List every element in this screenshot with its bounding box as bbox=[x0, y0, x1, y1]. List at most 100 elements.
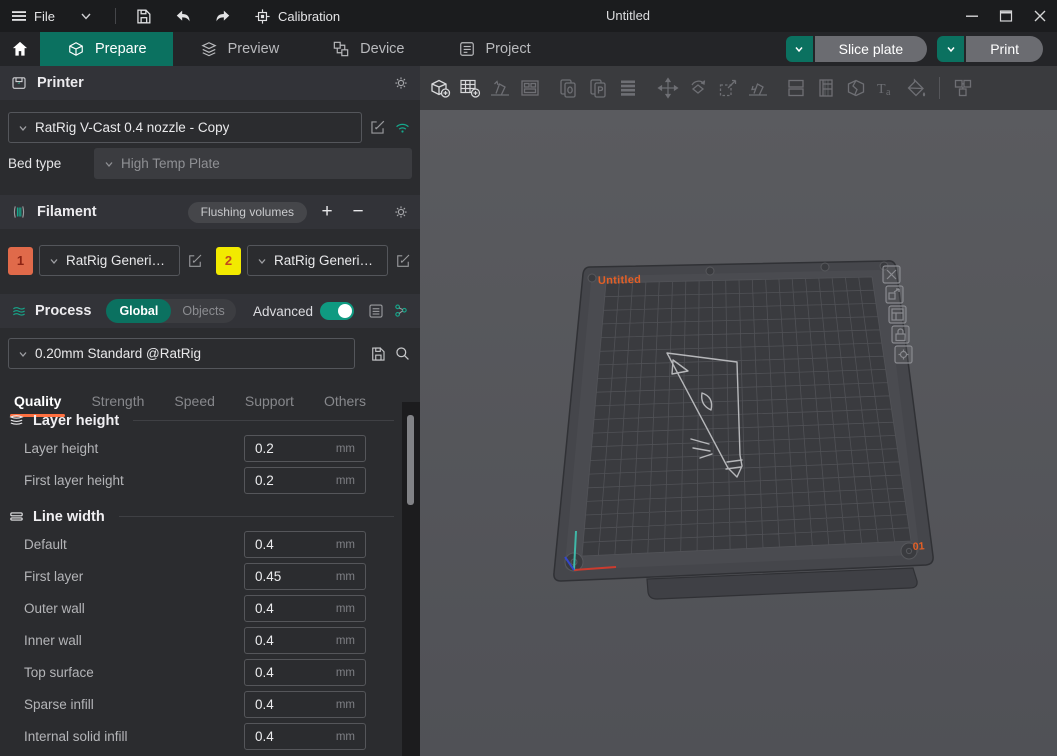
slice-options-button[interactable] bbox=[786, 36, 813, 62]
tab-device-label: Device bbox=[360, 41, 404, 57]
first-layer-height-input[interactable]: 0.2 mm bbox=[244, 467, 366, 494]
tab-device[interactable]: Device bbox=[305, 32, 430, 66]
save-icon bbox=[134, 7, 153, 26]
import-icon[interactable] bbox=[556, 76, 580, 100]
flushing-volumes-button[interactable]: Flushing volumes bbox=[188, 202, 307, 223]
setting-row: First layer height 0.2 mm bbox=[24, 467, 366, 494]
lock-plate-icon[interactable] bbox=[892, 326, 909, 343]
search-icon[interactable] bbox=[393, 344, 412, 363]
advanced-toggle[interactable] bbox=[320, 302, 354, 320]
gear-icon[interactable] bbox=[392, 74, 410, 92]
move-icon[interactable] bbox=[656, 76, 680, 100]
line-width-top-surface-input[interactable]: 0.4 mm bbox=[244, 659, 366, 686]
tab-prepare[interactable]: Prepare bbox=[40, 32, 173, 66]
bed-type-label: Bed type bbox=[8, 156, 88, 171]
add-model-icon[interactable] bbox=[428, 76, 452, 100]
home-button[interactable] bbox=[0, 32, 40, 66]
save-button[interactable] bbox=[124, 0, 163, 32]
add-plate-icon[interactable] bbox=[458, 76, 482, 100]
scope-global-button[interactable]: Global bbox=[106, 299, 171, 323]
filament-2-combo[interactable]: RatRig Generic PLA bbox=[247, 245, 388, 276]
edit-icon[interactable] bbox=[394, 252, 412, 270]
file-menu[interactable]: File bbox=[0, 0, 65, 32]
print-options-button[interactable] bbox=[937, 36, 964, 62]
parameter-table-icon[interactable] bbox=[367, 302, 385, 320]
line-width-outer-wall-input[interactable]: 0.4 mm bbox=[244, 595, 366, 622]
tab-project[interactable]: Project bbox=[431, 32, 557, 66]
line-width-sparse-infill-input[interactable]: 0.4 mm bbox=[244, 691, 366, 718]
line-width-inner-wall-input[interactable]: 0.4 mm bbox=[244, 627, 366, 654]
lay-flat-icon[interactable] bbox=[746, 76, 770, 100]
scope-objects-button[interactable]: Objects bbox=[171, 304, 235, 318]
wifi-icon[interactable] bbox=[393, 118, 412, 137]
undo-icon bbox=[173, 6, 193, 26]
delete-plate-icon[interactable] bbox=[883, 266, 900, 283]
process-section-header: Process Global Objects Advanced bbox=[0, 294, 420, 328]
plate-number-label: 01 bbox=[912, 540, 925, 553]
box-icon bbox=[66, 39, 86, 59]
layer-height-section-header: Layer height bbox=[8, 412, 394, 429]
tab-preview[interactable]: Preview bbox=[173, 32, 306, 66]
line-width-internal-solid-infill-input[interactable]: 0.4 mm bbox=[244, 723, 366, 750]
add-filament-button[interactable]: + bbox=[316, 202, 338, 222]
filament-1-combo[interactable]: RatRig Generic PLA bbox=[39, 245, 180, 276]
process-preset-value: 0.20mm Standard @RatRig bbox=[35, 346, 201, 361]
settings-scrollbar[interactable] bbox=[402, 402, 420, 756]
add-text-icon[interactable]: Ta bbox=[874, 76, 898, 100]
variable-layer-height-icon[interactable] bbox=[814, 76, 838, 100]
titlebar: File Calibration Untitled bbox=[0, 0, 1057, 32]
paste-icon[interactable] bbox=[586, 76, 610, 100]
toggle-knob bbox=[338, 304, 352, 318]
gear-icon[interactable] bbox=[392, 203, 410, 221]
print-button[interactable]: Print bbox=[966, 36, 1043, 62]
filament-2-swatch[interactable]: 2 bbox=[216, 247, 241, 275]
layers-icon bbox=[199, 39, 219, 59]
line-width-default-input[interactable]: 0.4 mm bbox=[244, 531, 366, 558]
layer-height-input[interactable]: 0.2 mm bbox=[244, 435, 366, 462]
rotate-icon[interactable] bbox=[686, 76, 710, 100]
slice-plate-button[interactable]: Slice plate bbox=[815, 36, 928, 62]
printer-preset-row: RatRig V-Cast 0.4 nozzle - Copy bbox=[8, 112, 412, 143]
tab-project-label: Project bbox=[486, 41, 531, 57]
parameter-tree-icon[interactable] bbox=[392, 302, 410, 320]
scale-icon[interactable] bbox=[716, 76, 740, 100]
printer-preset-combo[interactable]: RatRig V-Cast 0.4 nozzle - Copy bbox=[8, 112, 362, 143]
undo-button[interactable] bbox=[163, 0, 203, 32]
remove-filament-button[interactable]: − bbox=[347, 202, 369, 222]
setting-row: Layer height 0.2 mm bbox=[24, 435, 366, 462]
arrange-plate-icon[interactable] bbox=[886, 286, 903, 303]
printer-icon bbox=[10, 74, 28, 92]
file-menu-dropdown[interactable] bbox=[65, 0, 107, 32]
print-split-button: Print bbox=[937, 36, 1043, 62]
filament-1-swatch[interactable]: 1 bbox=[8, 247, 33, 275]
auto-orient-icon[interactable] bbox=[488, 76, 512, 100]
scrollbar-thumb[interactable] bbox=[407, 415, 414, 505]
line-width-first-layer-input[interactable]: 0.45 mm bbox=[244, 563, 366, 590]
redo-button[interactable] bbox=[203, 0, 243, 32]
filament-1-preset: RatRig Generic PLA bbox=[66, 253, 171, 268]
maximize-button[interactable] bbox=[989, 0, 1023, 32]
toolbar-separator bbox=[939, 77, 940, 99]
orient-plate-icon[interactable] bbox=[889, 306, 906, 323]
calibration-button[interactable]: Calibration bbox=[243, 0, 350, 32]
plate-name-label[interactable]: Untitled bbox=[598, 274, 642, 287]
bed-type-combo[interactable]: High Temp Plate bbox=[94, 148, 412, 179]
plate-settings-icon[interactable] bbox=[895, 346, 912, 363]
svg-text:T: T bbox=[877, 82, 886, 97]
paint-icon[interactable] bbox=[904, 76, 928, 100]
build-plate-scene: Untitled 01 bbox=[420, 110, 1057, 756]
close-button[interactable] bbox=[1023, 0, 1057, 32]
save-preset-icon[interactable] bbox=[369, 345, 387, 363]
plate-grid-area bbox=[582, 277, 911, 556]
edit-icon[interactable] bbox=[186, 252, 204, 270]
cut-icon[interactable] bbox=[844, 76, 868, 100]
layers-stack-icon[interactable] bbox=[616, 76, 640, 100]
arrange-icon[interactable] bbox=[518, 76, 542, 100]
minimize-button[interactable] bbox=[955, 0, 989, 32]
process-preset-combo[interactable]: 0.20mm Standard @RatRig bbox=[8, 338, 355, 369]
layer-height-icon bbox=[8, 412, 25, 429]
edit-icon[interactable] bbox=[368, 118, 387, 137]
assembly-icon[interactable] bbox=[951, 76, 975, 100]
viewport-3d[interactable]: Untitled 01 bbox=[420, 110, 1057, 756]
split-icon[interactable] bbox=[784, 76, 808, 100]
